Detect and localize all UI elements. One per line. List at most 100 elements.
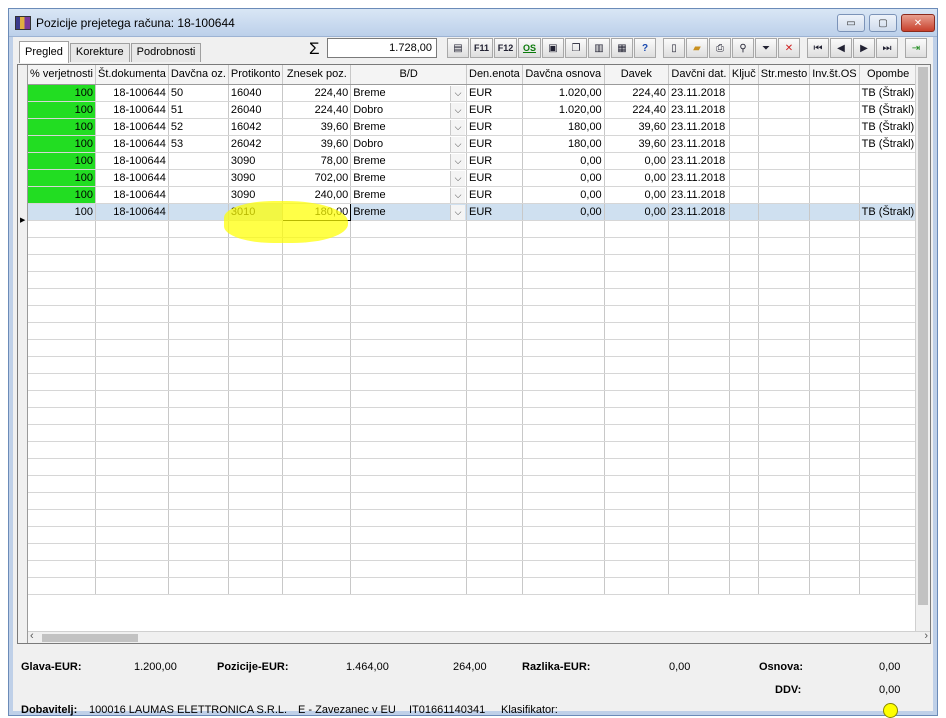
- table-cell[interactable]: [758, 424, 811, 442]
- table-cell[interactable]: [95, 356, 169, 374]
- table-row[interactable]: [28, 441, 930, 459]
- table-cell[interactable]: [668, 254, 730, 272]
- table-cell[interactable]: [350, 339, 467, 357]
- table-cell[interactable]: TB (Štrakl): [859, 203, 918, 221]
- table-cell[interactable]: EUR: [466, 203, 523, 221]
- table-cell[interactable]: EUR: [466, 152, 523, 170]
- table-cell[interactable]: [95, 543, 169, 561]
- table-cell[interactable]: [282, 322, 352, 340]
- table-cell[interactable]: [668, 492, 730, 510]
- table-cell[interactable]: [729, 560, 759, 578]
- new-document-icon[interactable]: ▯: [663, 38, 685, 58]
- table-cell[interactable]: 16040: [228, 84, 284, 102]
- table-cell[interactable]: [859, 441, 918, 459]
- table-cell[interactable]: [604, 356, 669, 374]
- table-cell[interactable]: [282, 424, 352, 442]
- table-cell[interactable]: 18-100644: [95, 118, 169, 136]
- table-cell[interactable]: [282, 305, 352, 323]
- table-cell[interactable]: [859, 237, 918, 255]
- table-row[interactable]: 100 18-100644 51 26040 224,40 Dobro ⌵ EUR 1.020,…: [28, 101, 930, 119]
- table-cell[interactable]: [466, 509, 523, 527]
- table-cell[interactable]: [809, 390, 860, 408]
- table-cell[interactable]: EUR: [466, 186, 523, 204]
- form-icon[interactable]: ▥: [588, 38, 610, 58]
- table-row[interactable]: [28, 492, 930, 510]
- table-cell[interactable]: [228, 424, 284, 442]
- table-cell[interactable]: [95, 322, 169, 340]
- table-cell[interactable]: 18-100644: [95, 169, 169, 187]
- table-cell[interactable]: [168, 492, 229, 510]
- table-row[interactable]: 100 18-100644 3090 702,00 Breme ⌵ EUR 0,00 0,00 2…: [28, 169, 930, 187]
- table-cell[interactable]: 18-100644: [95, 186, 169, 204]
- column-header[interactable]: Den.enota: [466, 65, 523, 85]
- table-cell[interactable]: 23.11.2018: [668, 135, 730, 153]
- tab-pregled[interactable]: Pregled: [19, 41, 69, 63]
- table-cell[interactable]: [859, 424, 918, 442]
- table-cell[interactable]: [668, 237, 730, 255]
- column-header[interactable]: Opombe: [859, 65, 918, 85]
- table-cell[interactable]: [282, 526, 352, 544]
- table-cell[interactable]: [758, 288, 811, 306]
- table-cell[interactable]: [28, 254, 96, 272]
- table-cell[interactable]: [522, 220, 605, 238]
- table-cell[interactable]: [729, 526, 759, 544]
- table-cell[interactable]: [228, 288, 284, 306]
- table-cell[interactable]: [168, 526, 229, 544]
- table-cell[interactable]: [522, 356, 605, 374]
- table-cell[interactable]: [758, 492, 811, 510]
- table-cell[interactable]: [466, 492, 523, 510]
- table-cell[interactable]: [168, 475, 229, 493]
- table-cell[interactable]: [466, 475, 523, 493]
- table-cell[interactable]: [668, 356, 730, 374]
- table-cell[interactable]: [350, 543, 467, 561]
- table-cell[interactable]: [522, 373, 605, 391]
- column-header[interactable]: Znesek poz.: [282, 65, 352, 85]
- table-cell[interactable]: [95, 526, 169, 544]
- table-cell[interactable]: [28, 339, 96, 357]
- f12-button[interactable]: F12: [494, 38, 517, 58]
- table-cell[interactable]: [168, 390, 229, 408]
- table-cell[interactable]: [758, 84, 811, 102]
- table-cell[interactable]: [758, 118, 811, 136]
- table-cell[interactable]: [168, 220, 229, 238]
- table-cell[interactable]: EUR: [466, 101, 523, 119]
- screen-icon[interactable]: ▦: [611, 38, 633, 58]
- column-header[interactable]: Davčna oz.: [168, 65, 229, 85]
- table-cell[interactable]: [95, 492, 169, 510]
- table-row[interactable]: [28, 373, 930, 391]
- table-cell[interactable]: [729, 186, 759, 204]
- table-cell[interactable]: [668, 220, 730, 238]
- table-cell[interactable]: 18-100644: [95, 203, 169, 221]
- table-cell[interactable]: [758, 101, 811, 119]
- table-cell[interactable]: [604, 220, 669, 238]
- table-cell[interactable]: [28, 407, 96, 425]
- table-cell[interactable]: 1.020,00: [522, 101, 605, 119]
- table-cell[interactable]: [95, 577, 169, 595]
- table-cell[interactable]: Dobro ⌵: [350, 135, 467, 153]
- table-cell[interactable]: [28, 509, 96, 527]
- table-cell[interactable]: [729, 492, 759, 510]
- table-cell[interactable]: [350, 305, 467, 323]
- table-cell[interactable]: [604, 492, 669, 510]
- table-cell[interactable]: [95, 288, 169, 306]
- table-cell[interactable]: [350, 220, 467, 238]
- table-cell[interactable]: [282, 220, 352, 238]
- table-cell[interactable]: [809, 424, 860, 442]
- table-cell[interactable]: [522, 458, 605, 476]
- table-cell[interactable]: [604, 237, 669, 255]
- calculator-icon[interactable]: ▤: [447, 38, 469, 58]
- table-cell[interactable]: [28, 356, 96, 374]
- table-cell[interactable]: [809, 101, 860, 119]
- table-cell[interactable]: [668, 475, 730, 493]
- table-cell[interactable]: 39,60: [282, 135, 352, 153]
- table-cell[interactable]: [758, 203, 811, 221]
- table-cell[interactable]: [522, 390, 605, 408]
- table-cell[interactable]: 23.11.2018: [668, 169, 730, 187]
- tab-podrobnosti[interactable]: Podrobnosti: [130, 43, 202, 62]
- table-cell[interactable]: [604, 271, 669, 289]
- table-cell[interactable]: [522, 424, 605, 442]
- column-header[interactable]: Davek: [604, 65, 669, 85]
- table-cell[interactable]: 50: [168, 84, 229, 102]
- table-cell[interactable]: [282, 271, 352, 289]
- table-cell[interactable]: [729, 305, 759, 323]
